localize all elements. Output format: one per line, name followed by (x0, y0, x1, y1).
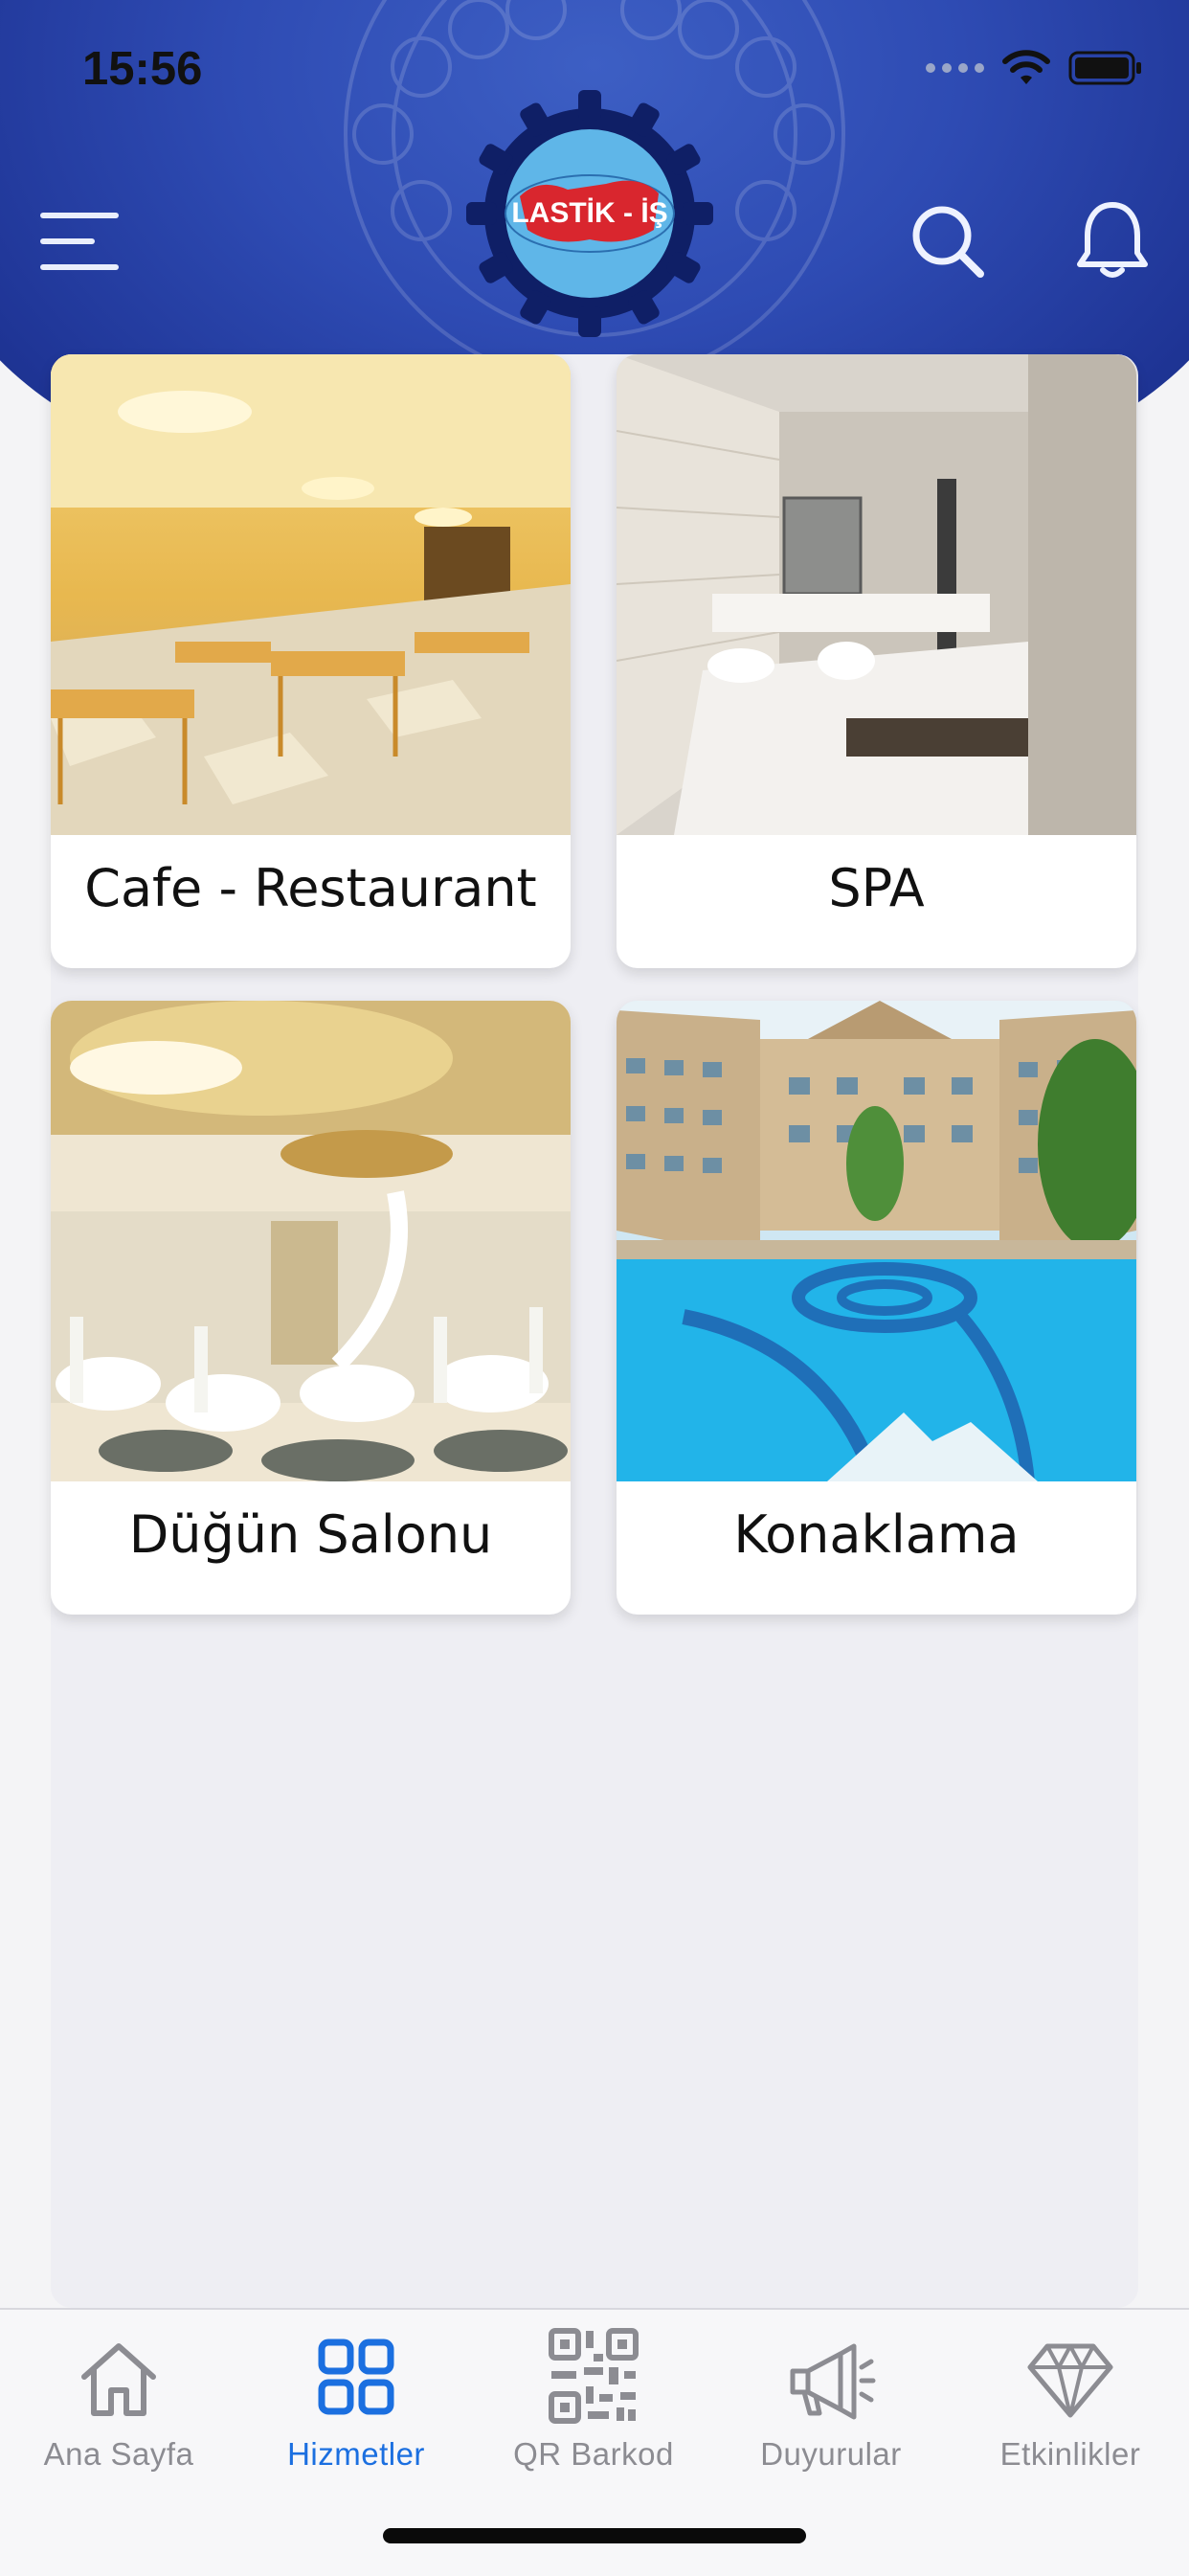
service-card-dugun-salonu[interactable]: Düğün Salonu (51, 1001, 571, 1615)
tab-qr-barkod[interactable]: QR Barkod (475, 2328, 712, 2473)
wifi-icon (1002, 50, 1050, 84)
hotel-pool-photo (617, 1001, 1136, 1481)
lastik-is-logo: LASTİK - İŞ (466, 90, 713, 337)
service-card-spa[interactable]: SPA (617, 354, 1136, 968)
tab-hizmetler[interactable]: Hizmetler (237, 2333, 475, 2473)
spa-photo (617, 354, 1136, 835)
search-icon[interactable] (909, 203, 986, 280)
tab-label: Ana Sayfa (43, 2436, 194, 2472)
signal-dots-icon (926, 63, 984, 73)
tab-label: QR Barkod (513, 2436, 674, 2472)
home-icon (81, 2343, 156, 2416)
tab-label: Hizmetler (287, 2436, 425, 2472)
service-card-cafe-restaurant[interactable]: Cafe - Restaurant (51, 354, 571, 968)
qr-code-icon (549, 2328, 639, 2424)
tab-ana-sayfa[interactable]: Ana Sayfa (0, 2333, 237, 2473)
megaphone-icon (790, 2343, 876, 2420)
restaurant-photo (51, 354, 571, 835)
service-card-konaklama[interactable]: Konaklama (617, 1001, 1136, 1615)
home-indicator[interactable] (383, 2528, 806, 2543)
logo-text: LASTİK - İŞ (511, 197, 667, 229)
diamond-icon (1027, 2343, 1113, 2418)
wedding-hall-photo (51, 1001, 571, 1481)
tab-duyurular[interactable]: Duyurular (712, 2333, 950, 2473)
tab-label: Duyurular (760, 2436, 902, 2472)
bell-icon[interactable] (1076, 199, 1149, 280)
tab-etkinlikler[interactable]: Etkinlikler (952, 2333, 1189, 2473)
service-label: Cafe - Restaurant (84, 858, 537, 918)
service-label: Konaklama (733, 1504, 1020, 1565)
hamburger-menu-icon[interactable] (40, 213, 119, 272)
status-icons (926, 50, 1143, 86)
battery-icon (1068, 51, 1141, 85)
grid-icon (318, 2339, 394, 2415)
service-label: SPA (828, 858, 925, 918)
service-label: Düğün Salonu (128, 1504, 493, 1565)
status-time: 15:56 (82, 43, 203, 95)
tab-label: Etkinlikler (999, 2436, 1141, 2472)
